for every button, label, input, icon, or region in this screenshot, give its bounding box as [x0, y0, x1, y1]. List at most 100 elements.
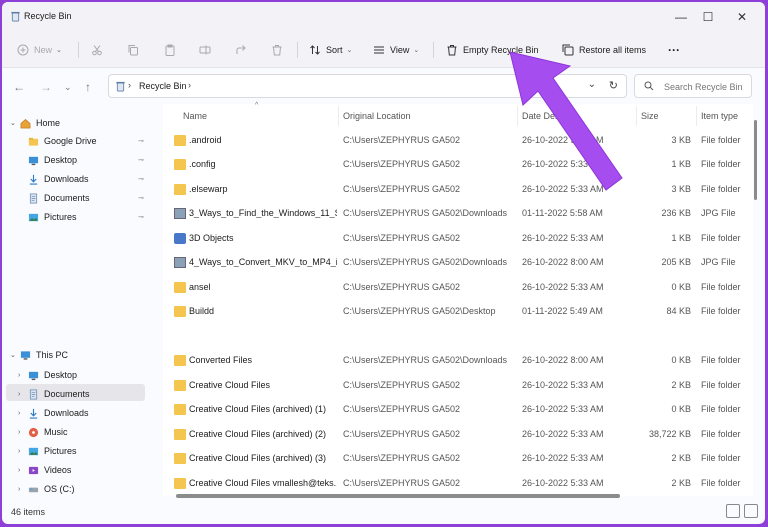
table-row[interactable]: Creative Cloud Files (archived) (1) C:\Us…	[165, 399, 752, 421]
sidebar-item-google-drive[interactable]: Google Drive ⊸	[28, 132, 144, 150]
table-row[interactable]: 3_Ways_to_Find_the_Windows_11_S... C:\Use…	[165, 203, 752, 225]
table-row[interactable]: Buildd C:\Users\ZEPHYRUS GA502\Desktop 01-…	[165, 301, 752, 323]
back-arrow-icon[interactable]: ←	[13, 80, 25, 94]
cell-name: .config	[189, 159, 216, 169]
table-row[interactable]: 4_Ways_to_Convert_MKV_to_MP4_i... C:\User…	[165, 252, 752, 274]
column-header-size[interactable]: Size	[641, 104, 659, 128]
column-divider[interactable]	[636, 106, 637, 126]
column-divider[interactable]	[338, 106, 339, 126]
folder-icon	[174, 355, 186, 366]
breadcrumb-recycle-bin[interactable]: Recycle Bin	[139, 81, 187, 91]
table-row[interactable]	[165, 326, 752, 348]
empty-recycle-bin-button[interactable]: Empty Recycle Bin	[446, 40, 539, 60]
sidebar-item-label: Pictures	[44, 446, 77, 456]
column-header-item-type[interactable]: Item type	[701, 104, 738, 128]
expand-chevron-icon[interactable]: ›	[18, 467, 28, 474]
forward-arrow-icon[interactable]: →	[40, 80, 52, 94]
table-row[interactable]: ansel C:\Users\ZEPHYRUS GA502 26-10-2022 5…	[165, 277, 752, 299]
sidebar-item-downloads[interactable]: Downloads ⊸	[28, 170, 144, 188]
expand-chevron-icon[interactable]: ›	[18, 372, 28, 379]
sort-button[interactable]: Sort ⌄	[309, 40, 352, 60]
paste-button[interactable]	[164, 40, 176, 60]
sidebar-item-videos[interactable]: › Videos	[18, 461, 71, 479]
share-button[interactable]	[235, 40, 247, 60]
more-options-button[interactable]: ···	[668, 40, 680, 60]
cell-original-location: C:\Users\ZEPHYRUS GA502	[343, 282, 461, 292]
cell-date-deleted: 26-10-2022 8:00 AM	[522, 355, 604, 365]
table-row[interactable]: .android C:\Users\ZEPHYRUS GA502 26-10-202…	[165, 130, 752, 152]
expand-chevron-icon[interactable]: ›	[18, 448, 28, 455]
pin-icon: ⊸	[138, 176, 144, 183]
restore-all-button[interactable]: Restore all items	[562, 40, 646, 60]
column-divider[interactable]	[696, 106, 697, 126]
documents-icon	[29, 389, 38, 399]
refresh-icon[interactable]: ↻	[609, 79, 618, 92]
table-row[interactable]: Converted Files C:\Users\ZEPHYRUS GA502\D…	[165, 350, 752, 372]
table-row[interactable]: .config C:\Users\ZEPHYRUS GA502 26-10-2022…	[165, 154, 752, 176]
column-header-location[interactable]: Original Location	[343, 104, 411, 128]
sidebar-item-downloads[interactable]: › Downloads	[18, 404, 89, 422]
cell-date-deleted: 26-10-2022 5:33 AM	[522, 159, 604, 169]
expand-chevron-icon[interactable]: ›	[18, 486, 28, 493]
cell-item-type: File folder	[701, 478, 741, 488]
cell-name: Creative Cloud Files vmallesh@teks...	[189, 478, 337, 488]
table-row[interactable]: Creative Cloud Files (archived) (3) C:\Us…	[165, 448, 752, 470]
expand-chevron-icon[interactable]: ›	[18, 391, 28, 398]
column-header-date-deleted[interactable]: Date Deleted	[522, 104, 575, 128]
view-button[interactable]: View ⌄	[373, 40, 419, 60]
search-box[interactable]: Search Recycle Bin	[634, 74, 752, 98]
up-arrow-icon[interactable]: ↑	[85, 80, 91, 94]
cell-name: ansel	[189, 282, 211, 292]
restore-icon	[562, 44, 574, 56]
breadcrumb-chevron-icon[interactable]: ›	[128, 80, 131, 90]
tiles-view-button[interactable]	[744, 504, 758, 518]
maximize-button[interactable]: ☐	[693, 7, 723, 27]
minimize-button[interactable]: —	[666, 7, 696, 27]
cell-size: 1 KB	[671, 233, 691, 243]
sidebar-item-documents[interactable]: › Documents	[18, 385, 90, 403]
table-row[interactable]: 3D Objects C:\Users\ZEPHYRUS GA502 26-10-2…	[165, 228, 752, 250]
table-row[interactable]: Creative Cloud Files C:\Users\ZEPHYRUS GA…	[165, 375, 752, 397]
copy-button[interactable]	[127, 40, 139, 60]
address-dropdown-icon[interactable]: ⌄	[588, 79, 596, 90]
sidebar-item-documents[interactable]: Documents ⊸	[28, 189, 144, 207]
horizontal-scrollbar[interactable]	[176, 494, 620, 498]
sidebar-item-home[interactable]: ⌄ Home	[10, 114, 60, 132]
cell-size: 84 KB	[666, 306, 691, 316]
column-header-name[interactable]: Name	[183, 104, 207, 128]
expand-chevron-icon[interactable]: ›	[18, 410, 28, 417]
cell-name: Converted Files	[189, 355, 253, 365]
cell-date-deleted: 01-11-2022 5:58 AM	[522, 208, 603, 218]
expand-chevron-icon[interactable]: ⌄	[10, 119, 20, 127]
cut-button[interactable]	[91, 40, 103, 60]
table-row[interactable]: .elsewarp C:\Users\ZEPHYRUS GA502 26-10-20…	[165, 179, 752, 201]
breadcrumb-chevron-icon[interactable]: ›	[188, 80, 191, 90]
vertical-scrollbar[interactable]	[754, 120, 757, 200]
delete-button[interactable]	[271, 40, 283, 60]
sidebar-item-os-c[interactable]: › OS (C:)	[18, 480, 75, 498]
creative-cloud-folder-icon	[174, 429, 186, 440]
sidebar-item-desktop[interactable]: › Desktop	[18, 366, 77, 384]
table-row[interactable]: Creative Cloud Files vmallesh@teks... C:\…	[165, 473, 752, 495]
plus-circle-icon	[17, 44, 29, 56]
table-row[interactable]: Creative Cloud Files (archived) (2) C:\Us…	[165, 424, 752, 446]
column-divider[interactable]	[517, 106, 518, 126]
sidebar-item-pictures[interactable]: › Pictures	[18, 442, 77, 460]
cell-size: 2 KB	[671, 478, 691, 488]
cell-original-location: C:\Users\ZEPHYRUS GA502	[343, 478, 461, 488]
close-button[interactable]: ✕	[727, 7, 757, 27]
expand-chevron-icon[interactable]: ›	[18, 429, 28, 436]
address-bar[interactable]: › Recycle Bin › ⌄ ↻	[108, 74, 627, 98]
sidebar-item-label: This PC	[36, 350, 69, 360]
expand-chevron-icon[interactable]: ⌄	[10, 351, 20, 359]
sidebar-item-pictures[interactable]: Pictures ⊸	[28, 208, 144, 226]
sidebar-item-this-pc[interactable]: ⌄ This PC	[10, 346, 68, 364]
recent-chevron-icon[interactable]: ⌄	[64, 82, 72, 93]
sidebar-item-music[interactable]: › Music	[18, 423, 68, 441]
sidebar-item-desktop[interactable]: Desktop ⊸	[28, 151, 144, 169]
folder-icon	[174, 184, 186, 195]
new-button[interactable]: New ⌄	[17, 40, 62, 60]
new-label: New	[34, 45, 53, 55]
rename-button[interactable]	[199, 40, 211, 60]
details-view-button[interactable]	[726, 504, 740, 518]
